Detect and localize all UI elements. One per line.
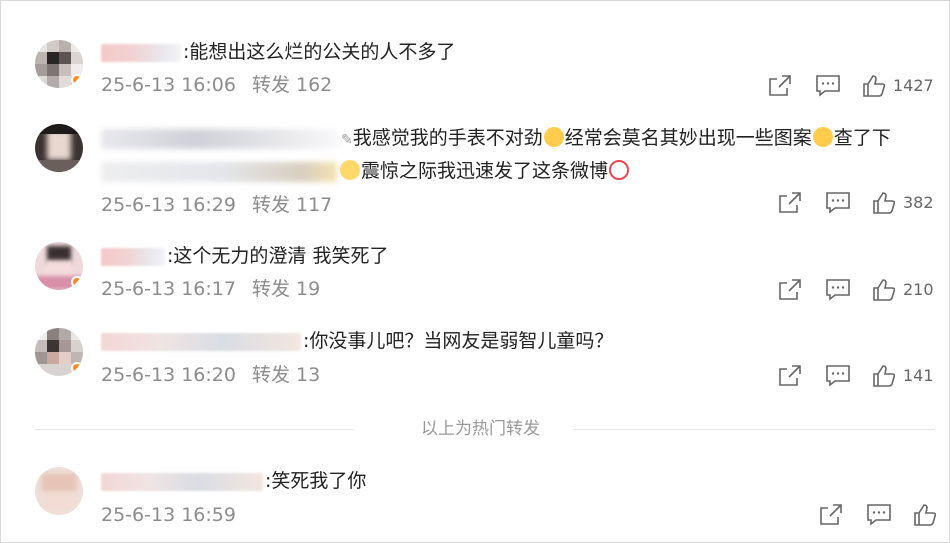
comment-icon: [867, 504, 891, 526]
comment-icon: [816, 75, 840, 97]
comment-button[interactable]: [826, 191, 850, 215]
comment-meta: 25-6-13 16:06 转发 162: [101, 73, 332, 97]
avatar[interactable]: [35, 40, 83, 88]
divider-left: [35, 429, 353, 430]
comment-content: :能想出这么烂的公关的人不多了: [101, 39, 455, 65]
comment-button[interactable]: [816, 74, 840, 98]
username[interactable]: [101, 332, 301, 351]
comment-button[interactable]: [826, 364, 850, 388]
comment-icon: [826, 365, 850, 387]
comment-text: :笑死我了你: [265, 470, 367, 492]
repost-count[interactable]: 转发 162: [252, 74, 332, 96]
comment-text: 经常会莫名其妙出现一些图案: [564, 127, 812, 149]
divider-right: [573, 429, 935, 430]
comment-icon: [826, 192, 850, 214]
username[interactable]: [101, 43, 181, 62]
comment-text: :能想出这么烂的公关的人不多了: [183, 41, 456, 63]
comment-text: :你没事儿吧？当网友是弱智儿童吗？: [303, 330, 614, 352]
like-count: 382: [903, 193, 934, 212]
screaming-face-emoji: [340, 160, 360, 180]
share-icon: [779, 279, 801, 300]
comment-content: :这个无力的澄清 我笑死了: [101, 243, 388, 269]
thumbs-up-icon: [873, 279, 895, 301]
comment-icon: [826, 279, 850, 301]
comment-button[interactable]: [867, 503, 891, 527]
comment-text: :这个无力的澄清 我笑死了: [167, 245, 389, 267]
hot-reposts-divider-label: 以上为热门转发: [421, 419, 540, 439]
comment-meta: 25-6-13 16:17 转发 19: [101, 277, 320, 301]
comment-text: 我感觉我的手表不对劲: [352, 127, 543, 149]
persevering-face-emoji: [543, 127, 564, 147]
timestamp: 25-6-13 16:20: [101, 364, 236, 386]
share-button[interactable]: [819, 503, 843, 527]
wechat-icon: ✎: [341, 132, 353, 148]
share-button[interactable]: [768, 74, 792, 98]
timestamp: 25-6-13 16:29: [101, 194, 236, 216]
avatar[interactable]: [35, 467, 83, 515]
comment-content: ✎我感觉我的手表不对劲 经常会莫名其妙出现一些图案 查了下: [101, 125, 891, 153]
timestamp: 25-6-13 16:59: [101, 504, 236, 526]
timestamp: 25-6-13 16:17: [101, 278, 236, 300]
username[interactable]: [101, 128, 339, 149]
comment-meta: 25-6-13 16:29 转发 117: [101, 193, 332, 217]
comment-text: 震惊之际我迅速发了这条微博: [361, 160, 609, 182]
like-button[interactable]: 210: [873, 278, 934, 302]
comment-button[interactable]: [826, 278, 850, 302]
repost-count[interactable]: 转发 13: [252, 364, 320, 386]
like-button[interactable]: 141: [873, 364, 934, 388]
username[interactable]: [101, 472, 263, 491]
comment-content-line2: 震惊之际我迅速发了这条微博: [101, 158, 630, 184]
thumbs-up-icon: [873, 192, 895, 214]
verified-badge: [71, 74, 83, 86]
share-icon: [779, 192, 801, 213]
share-button[interactable]: [778, 191, 802, 215]
comment-content: :笑死我了你: [101, 468, 366, 494]
thumbs-up-icon: [873, 365, 895, 387]
avatar[interactable]: [35, 328, 83, 376]
like-button[interactable]: 1427: [863, 74, 934, 98]
face-blowing-kiss-emoji: [812, 127, 833, 147]
comment-list: :能想出这么烂的公关的人不多了 25-6-13 16:06 转发 162 1427: [0, 0, 950, 543]
like-button[interactable]: [914, 503, 936, 527]
share-icon: [769, 75, 791, 96]
avatar[interactable]: [35, 242, 83, 290]
clown-face-emoji: [609, 160, 630, 180]
like-count: 1427: [893, 76, 934, 95]
timestamp: 25-6-13 16:06: [101, 74, 236, 96]
repost-count[interactable]: 转发 117: [252, 194, 332, 216]
comment-meta: 25-6-13 16:20 转发 13: [101, 363, 320, 387]
blurred-text: [101, 161, 337, 182]
share-button[interactable]: [778, 364, 802, 388]
repost-count[interactable]: 转发 19: [252, 278, 320, 300]
like-count: 141: [903, 366, 934, 385]
like-count: 210: [903, 280, 934, 299]
username[interactable]: [101, 247, 165, 266]
comment-content: :你没事儿吧？当网友是弱智儿童吗？: [101, 328, 613, 354]
comment-text: 查了下: [833, 127, 891, 149]
thumbs-up-icon: [863, 75, 885, 97]
share-button[interactable]: [778, 278, 802, 302]
like-button[interactable]: 382: [873, 191, 934, 215]
share-icon: [779, 365, 801, 386]
comment-meta: 25-6-13 16:59: [101, 503, 236, 527]
verified-badge: [71, 362, 83, 374]
verified-badge: [71, 276, 83, 288]
avatar[interactable]: [35, 124, 83, 172]
share-icon: [820, 504, 842, 525]
thumbs-up-icon: [914, 504, 936, 526]
